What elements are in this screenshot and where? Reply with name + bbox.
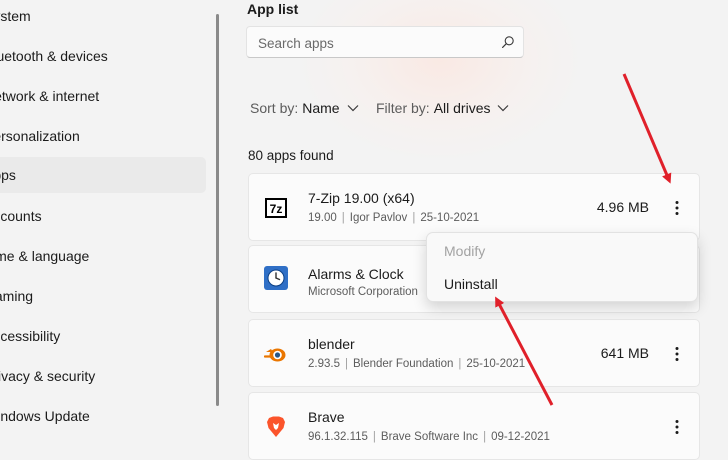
app-name: blender (308, 336, 355, 352)
app-publisher: Blender Foundation (352, 358, 454, 370)
app-name: Brave (308, 409, 345, 425)
more-options-button[interactable] (667, 342, 687, 366)
app-card-7zip[interactable]: 7z 7-Zip 19.00 (x64) 19.00 | Igor Pavlov | 2… (248, 173, 700, 241)
app-publisher: Brave Software Inc (380, 431, 479, 443)
more-options-button[interactable] (667, 415, 687, 439)
settings-sidebar: System Bluetooth & devices Network & int… (0, 0, 216, 438)
brave-icon (267, 416, 285, 437)
modify-menu-item: Modify (444, 243, 486, 259)
chevron-down-icon (347, 105, 359, 112)
sidebar-item-network-internet[interactable]: Network & internet (0, 78, 206, 114)
arrow-to-more-button (622, 73, 672, 184)
app-name: 7-Zip 19.00 (x64) (308, 190, 415, 206)
app-size: 641 MB (600, 345, 649, 361)
more-vertical-icon (675, 201, 679, 215)
sidebar-item-system[interactable]: System (0, 0, 206, 34)
search-input[interactable] (256, 33, 495, 53)
sidebar-item-accounts[interactable]: Accounts (0, 198, 206, 234)
search-icon (502, 36, 514, 48)
app-name: Alarms & Clock (308, 266, 404, 282)
uninstall-menu-item[interactable]: Uninstall (444, 276, 498, 292)
app-date: 09-12-2021 (491, 431, 550, 443)
app-card-blender[interactable]: blender 2.93.5 | Blender Foundation | 25-10-… (248, 319, 700, 387)
filter-value: All drives (433, 100, 491, 116)
blender-icon (264, 348, 286, 362)
section-title: App list (247, 1, 299, 17)
app-meta: 19.00 | Igor Pavlov | 25-10-2021 (308, 212, 480, 224)
sidebar-item-gaming[interactable]: Gaming (0, 278, 206, 314)
chevron-down-icon (498, 105, 509, 112)
background-glow (300, 0, 580, 160)
app-date: 25-10-2021 (466, 358, 526, 370)
sidebar-item-windows-update[interactable]: Windows Update (0, 398, 206, 434)
search-box[interactable] (246, 26, 524, 58)
app-publisher: Igor Pavlov (349, 212, 408, 224)
sidebar-item-apps[interactable]: Apps (0, 157, 206, 193)
app-version: 19.00 (308, 212, 337, 224)
7zip-icon: 7z (265, 198, 287, 218)
app-size: 4.96 MB (596, 199, 649, 215)
app-version: 96.1.32.115 (308, 431, 368, 443)
filter-dropdown[interactable]: Filter by: All drives (376, 100, 509, 116)
app-context-menu: Modify Uninstall (426, 232, 698, 302)
app-date: 25-10-2021 (420, 212, 480, 224)
app-publisher: Microsoft Corporation (308, 286, 418, 298)
app-meta: Microsoft Corporation (308, 286, 418, 298)
more-vertical-icon (675, 420, 679, 434)
app-meta: 2.93.5 | Blender Foundation | 25-10-2021 (308, 358, 526, 370)
filter-label: Filter by: (376, 100, 430, 116)
sidebar-item-accessibility[interactable]: Accessibility (0, 318, 206, 354)
sidebar-item-personalization[interactable]: Personalization (0, 118, 206, 154)
more-vertical-icon (675, 347, 679, 361)
svg-text:7z: 7z (270, 202, 283, 216)
sort-value: Name (302, 100, 340, 116)
app-meta: 96.1.32.115 | Brave Software Inc | 09-12-202… (308, 431, 550, 443)
sidebar-item-bluetooth-devices[interactable]: Bluetooth & devices (0, 38, 206, 74)
apps-found-count: 80 apps found (248, 148, 334, 163)
app-card-brave[interactable]: Brave 96.1.32.115 | Brave Software Inc | 09-… (248, 392, 700, 460)
sort-label: Sort by: (250, 100, 299, 116)
sidebar-item-time-language[interactable]: Time & language (0, 238, 206, 274)
sort-dropdown[interactable]: Sort by: Name (250, 100, 359, 116)
more-options-button[interactable] (667, 196, 687, 220)
clock-icon (264, 266, 288, 290)
app-version: 2.93.5 (308, 358, 340, 370)
sidebar-item-privacy-security[interactable]: Privacy & security (0, 358, 206, 394)
sidebar-scrollbar[interactable] (216, 14, 219, 406)
